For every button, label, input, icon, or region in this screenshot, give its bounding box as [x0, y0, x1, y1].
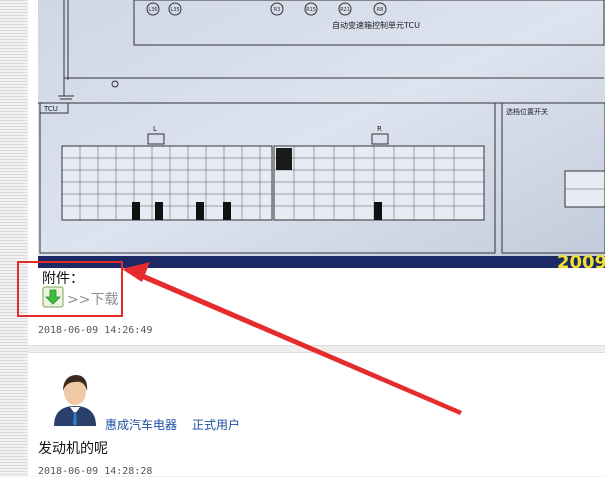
annotation-arrow	[122, 262, 462, 415]
